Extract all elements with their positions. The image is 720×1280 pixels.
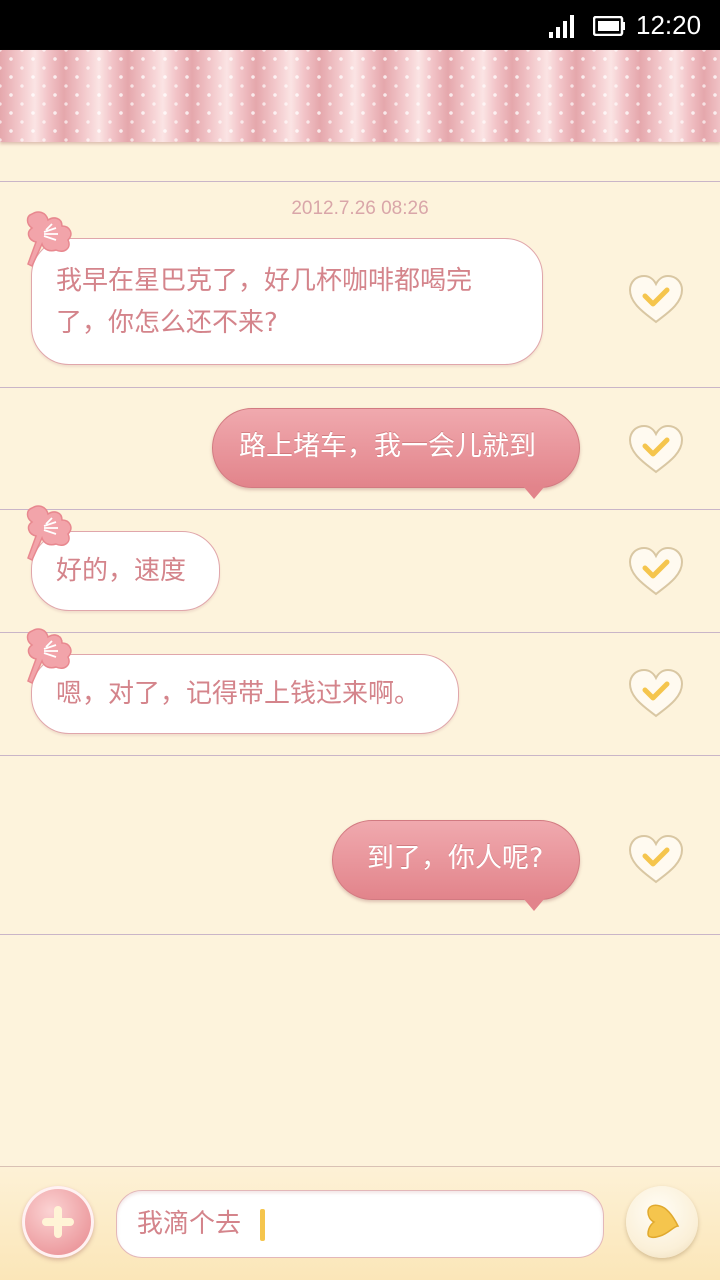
add-attachment-button[interactable] [22, 1186, 94, 1258]
status-bar: 12:20 [0, 0, 720, 50]
signal-icon [549, 15, 574, 38]
battery-icon [593, 16, 625, 36]
message-input[interactable]: 我滴个去 [116, 1190, 604, 1258]
message-text: 嗯，对了，记得带上钱过来啊。 [56, 679, 421, 709]
status-time: 12:20 [636, 10, 702, 40]
heart-send-icon [647, 1204, 680, 1239]
flower-avatar-icon [26, 505, 72, 562]
heart-check-icon[interactable] [628, 274, 684, 324]
heart-check-icon[interactable] [628, 546, 684, 596]
heart-check-icon[interactable] [628, 834, 684, 884]
message-text-line: 我早在星巴克了，好几杯咖啡都喝完 [56, 266, 473, 296]
incoming-message-bubble[interactable]: 我早在星巴克了，好几杯咖啡都喝完 了，你怎么还不来? [31, 238, 543, 365]
message-text: 到了，你人呢? [367, 843, 544, 874]
message-input-text: 我滴个去 [137, 1209, 242, 1239]
bubble-tail [523, 486, 545, 499]
heart-check-icon[interactable] [628, 424, 684, 474]
heart-check-icon[interactable] [628, 668, 684, 718]
send-button[interactable] [626, 1186, 698, 1258]
flower-avatar-icon [26, 628, 72, 685]
outgoing-message-bubble[interactable]: 到了，你人呢? [332, 820, 580, 900]
incoming-message-bubble[interactable]: 嗯，对了，记得带上钱过来啊。 [31, 654, 459, 734]
outgoing-message-bubble[interactable]: 路上堵车，我一会儿就到 [212, 408, 580, 488]
message-text: 路上堵车，我一会儿就到 [239, 431, 536, 462]
text-caret [260, 1209, 265, 1241]
chat-header-banner [0, 50, 720, 142]
flower-avatar-icon [26, 211, 72, 268]
message-text-line: 了，你怎么还不来? [56, 308, 278, 338]
plus-icon [42, 1206, 74, 1238]
bubble-tail [523, 898, 545, 911]
